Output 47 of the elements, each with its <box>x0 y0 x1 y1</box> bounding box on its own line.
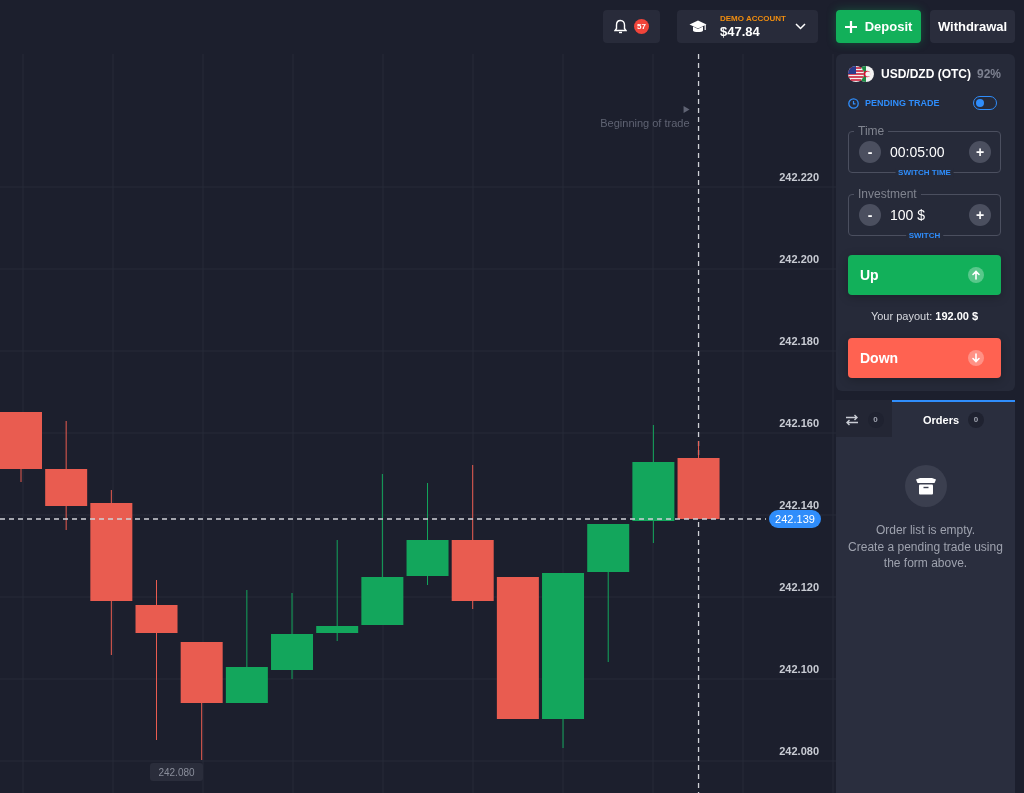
switch-link[interactable]: SWITCH <box>905 231 944 241</box>
flags-icon <box>848 66 874 82</box>
asset-name: USD/DZD (OTC) <box>880 67 971 81</box>
price-axis-label: 242.160 <box>779 417 819 429</box>
count-badge: 0 <box>968 411 985 428</box>
graduation-cap-icon <box>689 19 707 34</box>
pending-trade-label: PENDING TRADE <box>865 98 940 108</box>
candle <box>0 411 42 483</box>
price-axis-label: 242.120 <box>779 581 819 593</box>
increment-button[interactable]: + <box>969 204 991 226</box>
trade-start-label: Beginning of trade <box>600 117 690 129</box>
arrow-down-icon <box>968 350 984 366</box>
switch-link[interactable]: SWITCH TIME <box>895 168 954 178</box>
withdrawal-button[interactable]: Withdrawal <box>930 10 1015 43</box>
account-selector[interactable]: DEMO ACCOUNT $47.84 <box>677 10 818 43</box>
field-value: 00:05:00 <box>890 144 945 160</box>
field-value: 100 $ <box>890 207 926 223</box>
triangle-icon <box>683 106 690 113</box>
field-label: Time <box>854 124 889 138</box>
price-axis-label: 242.220 <box>779 171 819 183</box>
count-badge: 0 <box>867 411 884 428</box>
price-tag: 242.080 <box>150 763 203 781</box>
chevron-down-icon <box>795 23 806 30</box>
price-axis-label: 242.100 <box>779 663 819 675</box>
current-price-label: 242.139 <box>769 510 821 528</box>
price-axis-label: 242.180 <box>779 335 819 347</box>
balance-value: $47.84 <box>720 24 761 39</box>
notifications-button[interactable]: 57 <box>603 10 660 43</box>
payout-text: Your payout: 192.00 $ <box>869 309 980 324</box>
bell-icon <box>614 19 627 34</box>
field-label: Investment <box>854 187 921 201</box>
price-axis-label: 242.140 <box>779 499 819 511</box>
box-icon <box>904 465 947 507</box>
notification-badge: 57 <box>634 19 649 34</box>
payout-percent: 92% <box>976 67 1001 81</box>
decrement-button[interactable]: - <box>859 204 881 226</box>
swap-arrows-icon <box>844 413 859 426</box>
account-type-label: DEMO ACCOUNT <box>720 14 786 24</box>
transfers-tab[interactable]: 0 <box>836 400 892 437</box>
arrow-up-icon <box>968 267 984 283</box>
clock-icon <box>848 97 859 109</box>
decrement-button[interactable]: - <box>859 141 881 163</box>
empty-message: Order list is empty. Create a pending trade using the form above. <box>847 522 1004 572</box>
price-axis-label: 242.200 <box>779 253 819 265</box>
price-axis-label: 242.080 <box>779 745 819 757</box>
increment-button[interactable]: + <box>969 141 991 163</box>
plus-icon <box>844 20 857 33</box>
